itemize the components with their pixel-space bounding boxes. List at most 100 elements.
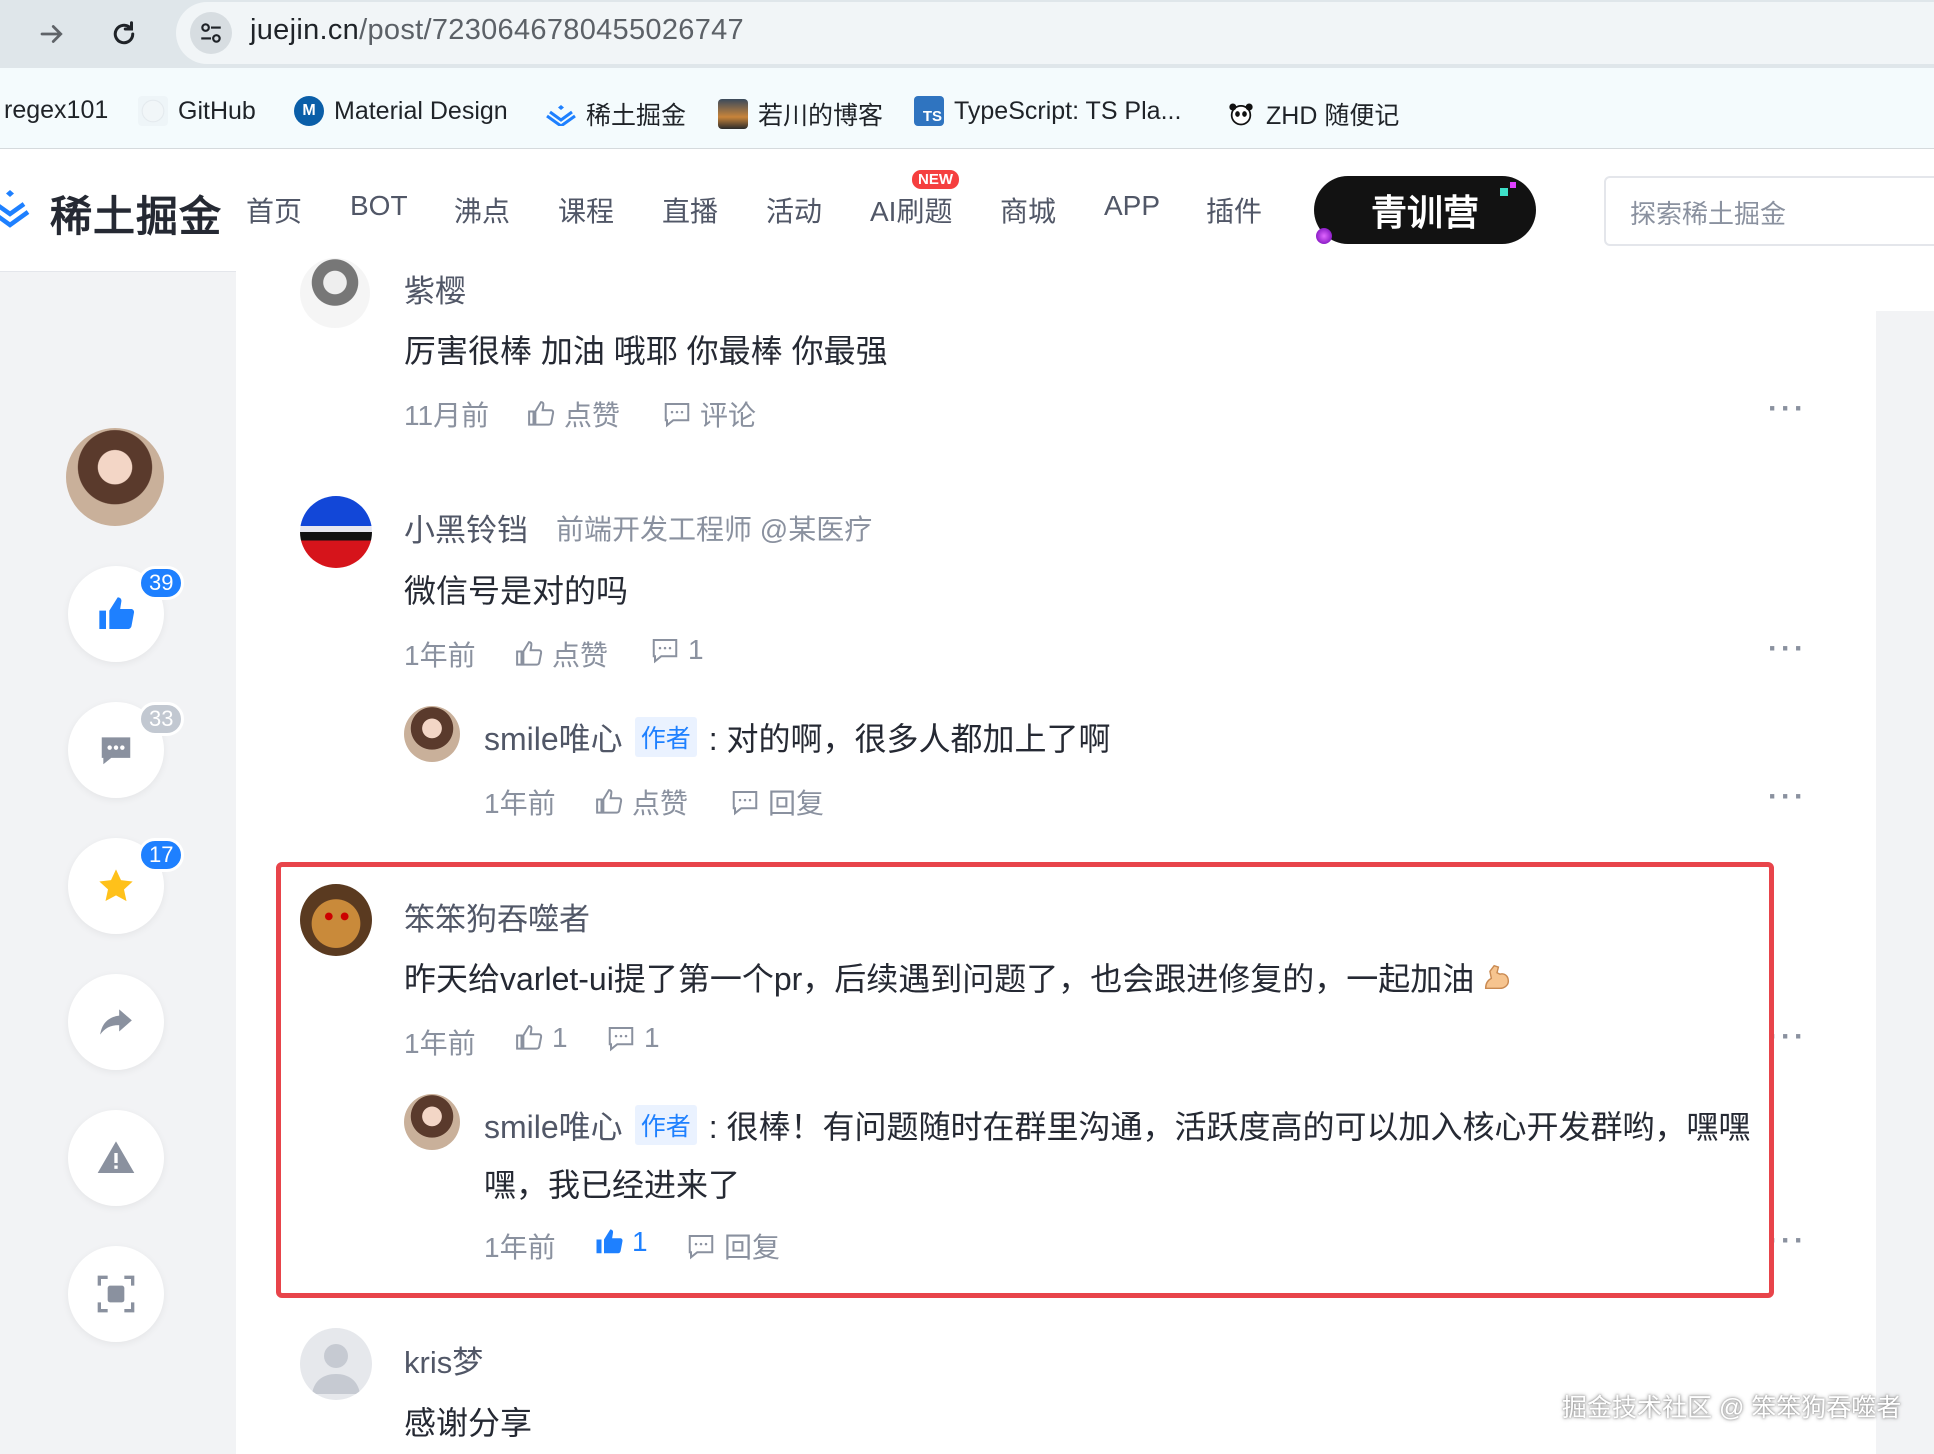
- share-button[interactable]: [68, 974, 164, 1070]
- comment-reply-button[interactable]: 评论: [662, 394, 756, 434]
- more-options-icon[interactable]: ···: [1768, 632, 1807, 666]
- bookmark-label: TypeScript: TS Pla...: [954, 96, 1182, 125]
- more-options-icon[interactable]: ···: [1768, 392, 1807, 426]
- nav-pins[interactable]: 沸点: [454, 190, 510, 230]
- bookmark-ruochuan-blog[interactable]: 若川的博客: [718, 96, 883, 132]
- reply-line: smile唯心 作者 : 对的啊，很多人都加上了啊: [484, 714, 1111, 760]
- url-host: juejin.cn: [250, 14, 360, 46]
- material-design-icon: M: [294, 96, 324, 126]
- bookmark-label: 稀土掘金: [586, 102, 687, 130]
- forward-button[interactable]: [30, 12, 74, 56]
- share-arrow-icon: [100, 1009, 132, 1035]
- new-badge: NEW: [912, 170, 959, 189]
- more-options-icon[interactable]: ···: [1768, 780, 1807, 814]
- thumb-up-outline-icon: [528, 401, 555, 426]
- bookmark-label: Material Design: [334, 96, 508, 125]
- comment-outline-icon: [664, 403, 690, 428]
- reply-author-name[interactable]: smile唯心: [484, 714, 623, 760]
- comment-meta: 1年前: [404, 634, 476, 674]
- site-logo-text[interactable]: 稀土掘金: [50, 183, 222, 244]
- arrow-right-icon: [40, 25, 63, 43]
- nav-courses[interactable]: 课程: [558, 190, 614, 230]
- site-settings-button[interactable]: [190, 12, 232, 54]
- bookmark-zhd[interactable]: ZHD 随便记: [1226, 96, 1399, 132]
- bookmark-label: ZHD 随便记: [1266, 102, 1400, 130]
- nav-bot[interactable]: BOT: [350, 190, 408, 222]
- commenter-name[interactable]: 紫樱: [404, 266, 466, 311]
- reply-text: : 对的啊，很多人都加上了啊: [708, 721, 1111, 757]
- nav-events[interactable]: 活动: [766, 190, 822, 230]
- nav-ai-practice[interactable]: AI刷题: [870, 190, 952, 230]
- comment-time: 1年前: [404, 640, 476, 671]
- url-text[interactable]: juejin.cn/post/7230646780455026747: [250, 14, 744, 47]
- nav-plugins[interactable]: 插件: [1206, 190, 1262, 230]
- nav-live[interactable]: 直播: [662, 190, 718, 230]
- landscape-thumbnail-icon: [718, 99, 748, 129]
- reload-button[interactable]: [102, 12, 146, 56]
- report-button[interactable]: [68, 1110, 164, 1206]
- warning-icon: [97, 1141, 135, 1173]
- sparkle-icon: [1500, 188, 1508, 196]
- bookmark-juejin[interactable]: 稀土掘金: [546, 96, 686, 132]
- decorative-dot: [1316, 228, 1332, 244]
- juejin-logo-icon: [546, 99, 576, 129]
- nav-mall[interactable]: 商城: [1000, 190, 1056, 230]
- thumb-up-outline-icon: [596, 789, 623, 814]
- reload-icon: [113, 21, 135, 45]
- juejin-logo-icon[interactable]: [0, 186, 40, 234]
- comment-outline-icon: [652, 639, 678, 664]
- author-avatar[interactable]: [66, 428, 164, 526]
- typescript-icon: TS: [914, 96, 944, 126]
- reply-reply-button[interactable]: 回复: [730, 782, 824, 822]
- comment-text: 厉害很棒 加油 哦耶 你最棒 你最强: [404, 333, 888, 369]
- bookmark-material-design[interactable]: M Material Design: [294, 96, 508, 126]
- commenter-name[interactable]: 小黑铃铛: [404, 505, 528, 550]
- panda-icon: [1226, 99, 1256, 129]
- comment-outline-icon: [732, 791, 758, 816]
- focus-frame-icon: [97, 1275, 135, 1313]
- bookmark-github[interactable]: GitHub: [138, 96, 256, 126]
- like-label: 点赞: [564, 400, 621, 431]
- thumb-up-icon: [99, 597, 135, 629]
- commenter-avatar[interactable]: [300, 1328, 372, 1400]
- bookmark-regex101[interactable]: regex101: [4, 96, 108, 125]
- comment-meta: 11月前: [404, 394, 489, 434]
- star-icon: [99, 869, 133, 902]
- author-tag: 作者: [634, 717, 697, 757]
- comment-like-button[interactable]: 点赞: [514, 634, 608, 674]
- comment-like-button[interactable]: 点赞: [526, 394, 620, 434]
- reply-like-button[interactable]: 点赞: [594, 782, 688, 822]
- highlight-frame: [276, 862, 1774, 1298]
- bookmark-typescript[interactable]: TS TypeScript: TS Pla...: [914, 96, 1181, 126]
- reply-label: 回复: [768, 788, 825, 819]
- bookmark-label: GitHub: [178, 96, 256, 125]
- fullscreen-button[interactable]: [68, 1246, 164, 1342]
- collect-count-badge: 17: [138, 838, 185, 872]
- nav-home[interactable]: 首页: [246, 190, 302, 230]
- comment-reply-button[interactable]: 1: [650, 634, 704, 666]
- sparkle-icon: [1510, 182, 1516, 188]
- bookmark-label: 若川的博客: [758, 102, 884, 130]
- thumb-up-outline-icon: [516, 641, 543, 666]
- bookmark-label: regex101: [4, 96, 109, 124]
- commenter-avatar[interactable]: [300, 258, 370, 328]
- right-panel-edge: [1876, 271, 1934, 311]
- camp-label: 青训营: [1370, 192, 1479, 233]
- watermark: 掘金技术社区 @ 笨笨狗吞噬者: [1562, 1394, 1902, 1422]
- like-label: 点赞: [552, 640, 609, 671]
- url-path: /post/7230646780455026747: [359, 14, 744, 46]
- commenter-name[interactable]: kris梦: [404, 1337, 483, 1382]
- commenter-avatar[interactable]: [300, 496, 372, 568]
- comment-icon: [101, 737, 131, 765]
- like-count-badge: 39: [138, 566, 185, 600]
- comment-count-badge: 33: [138, 702, 185, 736]
- comment-time: 11月前: [404, 400, 490, 431]
- reply-meta: 1年前: [484, 782, 556, 822]
- reply-label: 评论: [700, 400, 757, 431]
- commenter-title: 前端开发工程师 @某医疗: [556, 514, 873, 545]
- default-user-icon: [312, 1344, 360, 1394]
- nav-app[interactable]: APP: [1104, 190, 1160, 222]
- reply-avatar[interactable]: [404, 706, 460, 762]
- youth-camp-banner[interactable]: 青训营: [1314, 176, 1536, 244]
- comment-text: 微信号是对的吗: [404, 573, 629, 609]
